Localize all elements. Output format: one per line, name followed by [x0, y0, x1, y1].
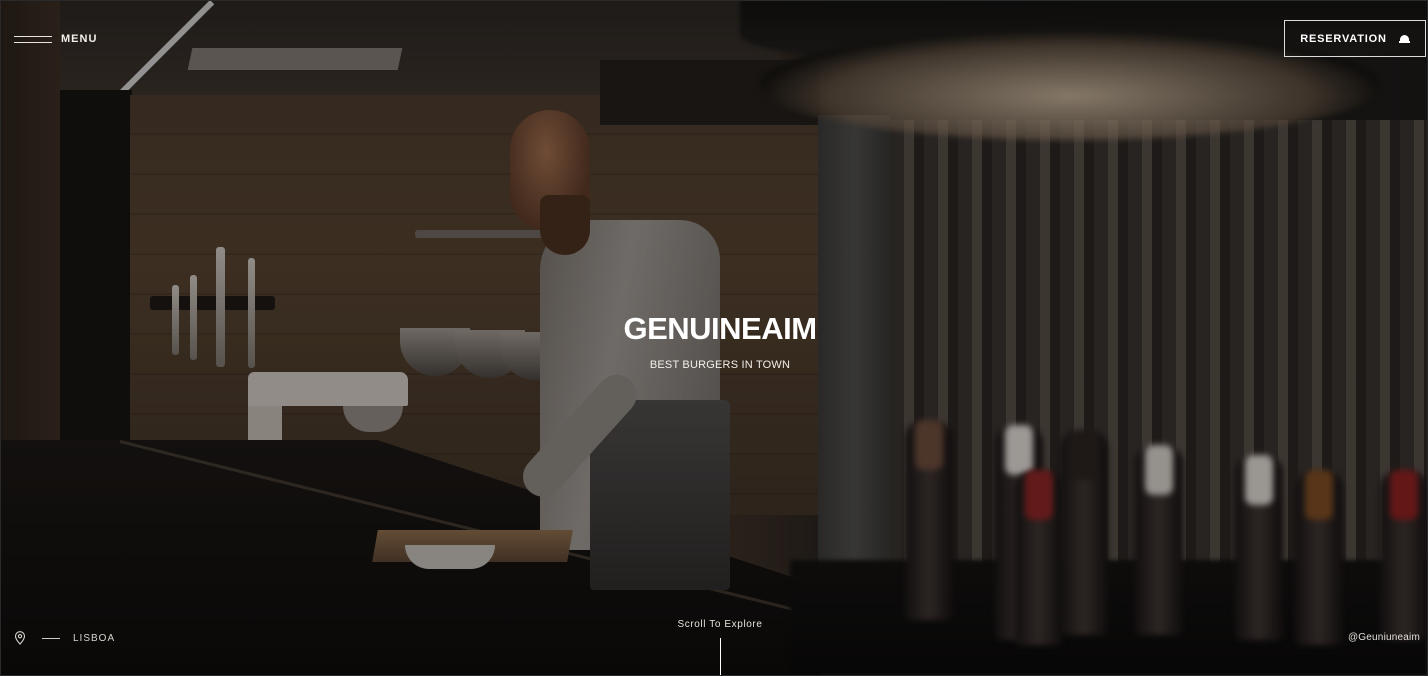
- reservation-button[interactable]: RESERVATION: [1284, 20, 1426, 57]
- location-divider: [42, 637, 60, 639]
- cloche-icon: [1398, 34, 1410, 43]
- menu-button[interactable]: MENU: [14, 30, 97, 48]
- hero-section: MENU RESERVATION GENUINEAIM BEST BURGERS…: [0, 0, 1428, 676]
- location-label: LISBOA: [73, 632, 116, 644]
- social-handle-link[interactable]: @Geuniuneaim: [1348, 632, 1420, 643]
- hero-title: GENUINEAIM: [623, 311, 817, 346]
- menu-label: MENU: [61, 33, 98, 45]
- map-pin-icon: [14, 631, 26, 645]
- location-indicator: LISBOA: [14, 631, 115, 645]
- scroll-hint[interactable]: Scroll To Explore: [0, 619, 1428, 630]
- hero-subtitle: BEST BURGERS IN TOWN: [649, 359, 791, 371]
- hamburger-icon: [14, 35, 52, 43]
- scroll-indicator-line: [720, 638, 721, 676]
- reservation-label: RESERVATION: [1300, 32, 1387, 45]
